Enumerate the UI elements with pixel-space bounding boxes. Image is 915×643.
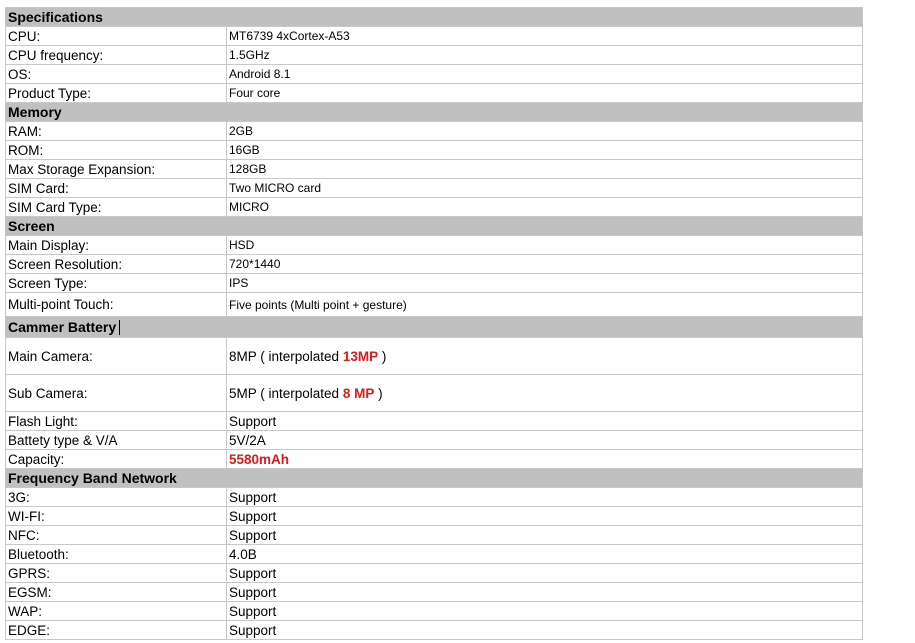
table-row: Battety type & V/A 5V/2A [5, 430, 864, 450]
row-value: 4.0B [225, 544, 864, 564]
row-label: NFC: [5, 525, 227, 545]
row-value: 5580mAh [225, 449, 864, 469]
table-row: Flash Light: Support [5, 411, 864, 431]
spec-table: Specifications CPU: MT6739 4xCortex-A53 … [4, 7, 864, 640]
row-value: 5V/2A [225, 430, 864, 450]
row-value: Four core [225, 83, 864, 103]
row-label: Battety type & V/A [5, 430, 227, 450]
row-value: 16GB [225, 140, 864, 160]
row-label: ROM: [5, 140, 227, 160]
table-row: Screen Resolution: 720*1440 [5, 254, 864, 274]
row-label: Sub Camera: [5, 374, 227, 412]
row-label: Screen Type: [5, 273, 227, 293]
row-label: EDGE: [5, 620, 227, 640]
row-label: Product Type: [5, 83, 227, 103]
row-value: 5MP ( interpolated 8 MP ) [225, 374, 864, 412]
table-row: 3G: Support [5, 487, 864, 507]
value-highlight: 13MP [342, 348, 379, 364]
table-row: SIM Card Type: MICRO [5, 197, 864, 217]
table-row: CPU frequency: 1.5GHz [5, 45, 864, 65]
row-label: OS: [5, 64, 227, 84]
row-value: Android 8.1 [225, 64, 864, 84]
section-header-specifications: Specifications [4, 7, 864, 27]
table-row: WAP: Support [5, 601, 864, 621]
value-highlight: 8 MP [342, 385, 375, 401]
row-label: Flash Light: [5, 411, 227, 431]
text-cursor [119, 320, 121, 335]
row-value: 2GB [225, 121, 864, 141]
table-row: CPU: MT6739 4xCortex-A53 [5, 26, 864, 46]
section-title: Cammer Battery [8, 319, 117, 335]
table-row: Product Type: Four core [5, 83, 864, 103]
section-header-screen: Screen [4, 216, 864, 236]
row-label: EGSM: [5, 582, 227, 602]
section-title-cell: Cammer Battery [4, 316, 864, 338]
table-row: EDGE: Support [5, 620, 864, 640]
row-label: Capacity: [5, 449, 227, 469]
table-row: OS: Android 8.1 [5, 64, 864, 84]
section-title: Memory [4, 102, 864, 122]
value-text: ) [374, 385, 383, 401]
table-row: Multi-point Touch: Five points (Multi po… [5, 292, 864, 317]
table-row: Screen Type: IPS [5, 273, 864, 293]
row-value: Support [225, 487, 864, 507]
row-value: Support [225, 525, 864, 545]
row-value: IPS [225, 273, 864, 293]
table-row: Bluetooth: 4.0B [5, 544, 864, 564]
row-label: Main Camera: [5, 337, 227, 375]
table-row: Capacity: 5580mAh [5, 449, 864, 469]
row-value: Support [225, 506, 864, 526]
row-value: Support [225, 582, 864, 602]
table-row: SIM Card: Two MICRO card [5, 178, 864, 198]
row-label: CPU: [5, 26, 227, 46]
table-row: Sub Camera: 5MP ( interpolated 8 MP ) [5, 374, 864, 412]
row-label: RAM: [5, 121, 227, 141]
row-value: MICRO [225, 197, 864, 217]
row-label: SIM Card Type: [5, 197, 227, 217]
value-text: 8MP ( interpolated [229, 348, 343, 364]
row-value: 128GB [225, 159, 864, 179]
section-title: Frequency Band Network [4, 468, 864, 488]
row-label: SIM Card: [5, 178, 227, 198]
section-title: Specifications [4, 7, 864, 27]
section-header-network: Frequency Band Network [4, 468, 864, 488]
value-text: 5MP ( interpolated [229, 385, 343, 401]
table-row: RAM: 2GB [5, 121, 864, 141]
row-label: WI-FI: [5, 506, 227, 526]
row-label: Screen Resolution: [5, 254, 227, 274]
section-title: Screen [4, 216, 864, 236]
row-value: Five points (Multi point + gesture) [225, 292, 864, 317]
row-label: Multi-point Touch: [5, 292, 227, 317]
row-value: 8MP ( interpolated 13MP ) [225, 337, 864, 375]
section-header-memory: Memory [4, 102, 864, 122]
row-label: WAP: [5, 601, 227, 621]
row-label: GPRS: [5, 563, 227, 583]
row-value: MT6739 4xCortex-A53 [225, 26, 864, 46]
table-row: Main Camera: 8MP ( interpolated 13MP ) [5, 337, 864, 375]
row-label: Main Display: [5, 235, 227, 255]
row-value: HSD [225, 235, 864, 255]
row-value: 1.5GHz [225, 45, 864, 65]
row-label: CPU frequency: [5, 45, 227, 65]
value-highlight: 5580mAh [229, 451, 290, 467]
row-value: Support [225, 601, 864, 621]
row-value: Two MICRO card [225, 178, 864, 198]
table-row: NFC: Support [5, 525, 864, 545]
table-row: Max Storage Expansion: 128GB [5, 159, 864, 179]
table-row: Main Display: HSD [5, 235, 864, 255]
row-value: 720*1440 [225, 254, 864, 274]
row-value: Support [225, 411, 864, 431]
row-value: Support [225, 563, 864, 583]
table-row: GPRS: Support [5, 563, 864, 583]
row-label: Max Storage Expansion: [5, 159, 227, 179]
table-row: WI-FI: Support [5, 506, 864, 526]
row-label: 3G: [5, 487, 227, 507]
table-row: ROM: 16GB [5, 140, 864, 160]
row-value: Support [225, 620, 864, 640]
section-header-camera-battery: Cammer Battery [4, 316, 864, 338]
value-text: ) [378, 348, 387, 364]
table-row: EGSM: Support [5, 582, 864, 602]
row-label: Bluetooth: [5, 544, 227, 564]
